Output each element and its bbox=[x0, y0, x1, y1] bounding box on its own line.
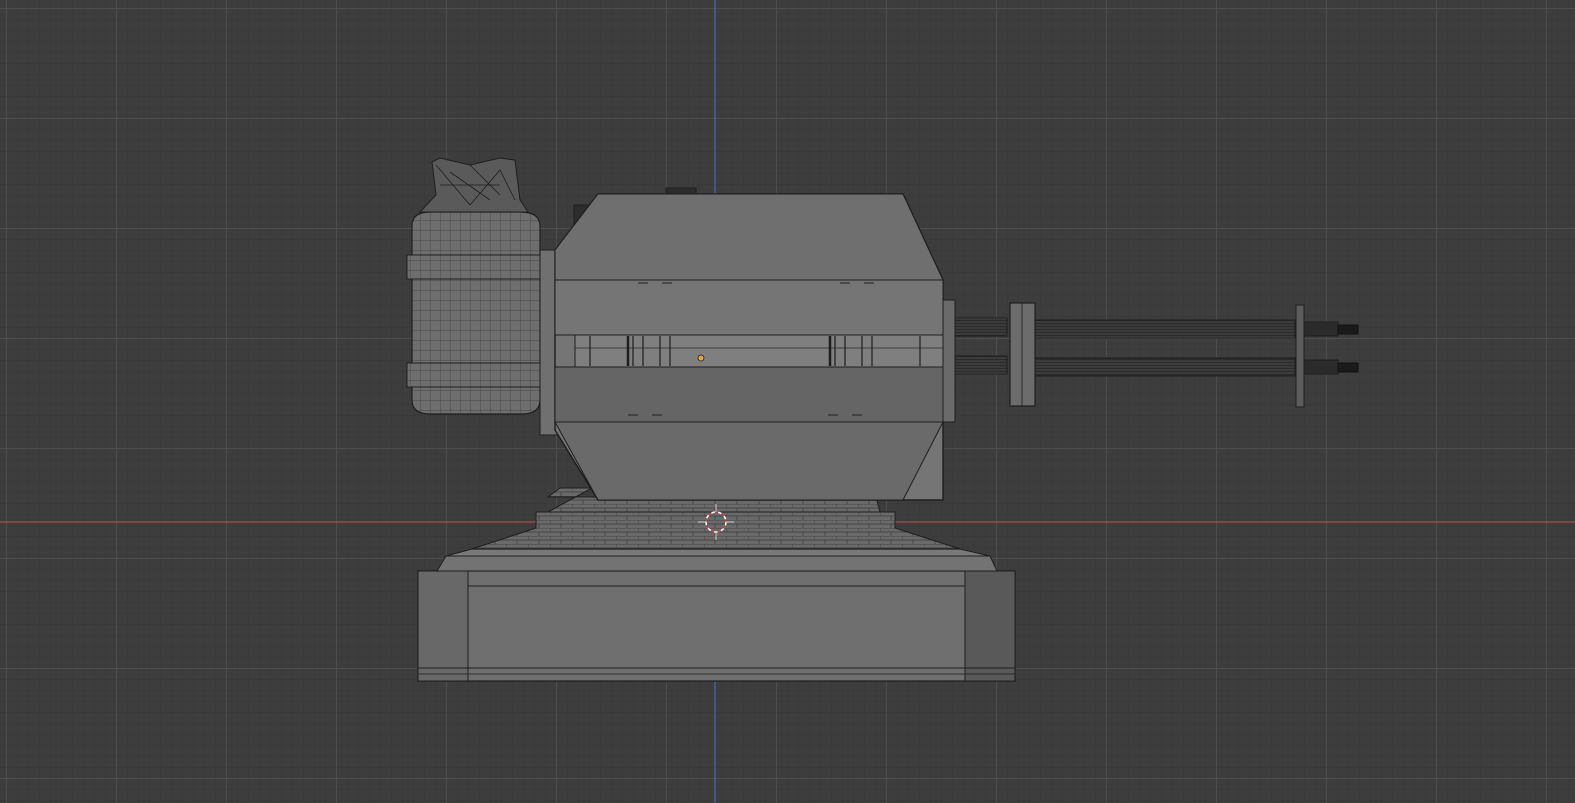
gatling-barrels-mesh bbox=[954, 302, 1359, 408]
3d-viewport[interactable] bbox=[0, 0, 1575, 803]
turret-body-mesh bbox=[554, 187, 956, 501]
viewport-scene bbox=[0, 0, 1575, 803]
object-origin-point bbox=[697, 354, 705, 362]
ammo-canister-mesh bbox=[406, 157, 559, 436]
turret-base-mesh bbox=[417, 548, 1016, 682]
